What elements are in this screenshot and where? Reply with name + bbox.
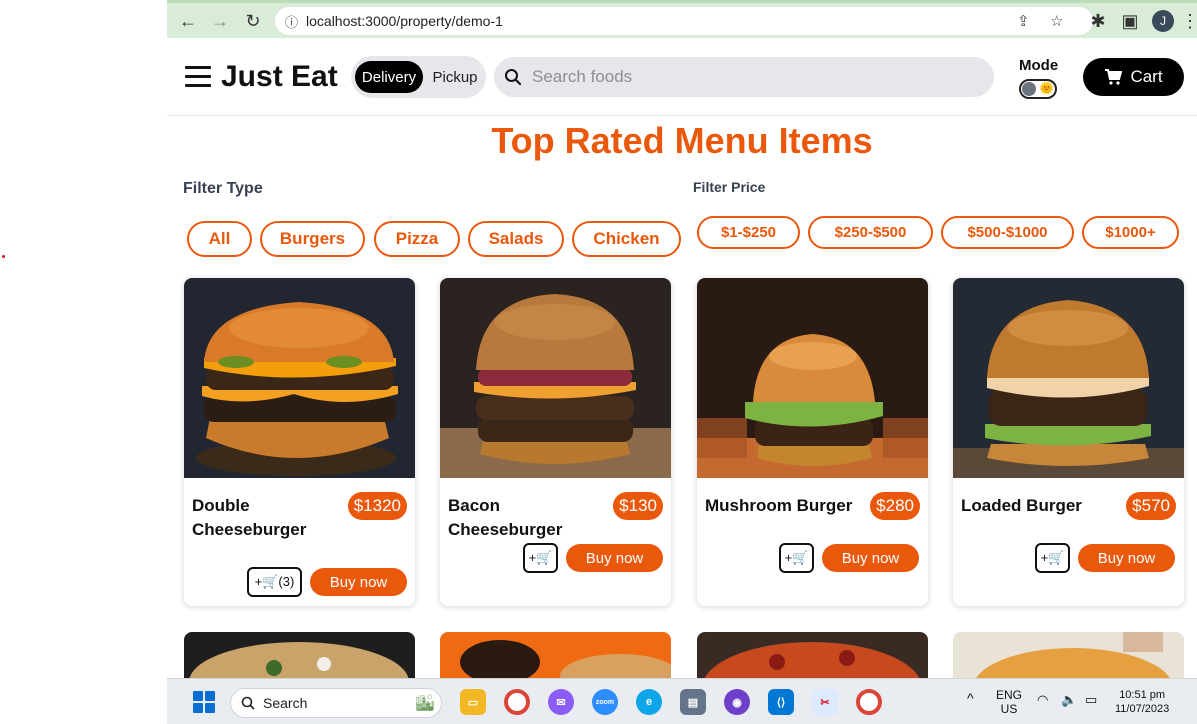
- pizza-card-image: [697, 632, 928, 678]
- buy-now-button[interactable]: Buy now: [1078, 544, 1175, 572]
- filter-chip-burgers[interactable]: Burgers: [260, 221, 365, 257]
- burger-image: [697, 278, 928, 478]
- taskbar-search[interactable]: Search 🏙: [230, 688, 442, 718]
- desktop-area-left: [0, 0, 167, 678]
- add-to-cart-button[interactable]: +🛒: [523, 543, 558, 573]
- price-badge: $570: [1126, 492, 1176, 520]
- theme-toggle[interactable]: 🌞: [1019, 79, 1057, 99]
- volume-icon[interactable]: 🔈: [1061, 693, 1077, 707]
- search-input[interactable]: [532, 67, 972, 87]
- buy-now-button[interactable]: Buy now: [566, 544, 663, 572]
- buy-now-button[interactable]: Buy now: [310, 568, 407, 596]
- vscode-icon[interactable]: ⟨⟩: [768, 689, 794, 715]
- item-name: Loaded Burger: [961, 496, 1082, 515]
- windows-start-icon[interactable]: [193, 691, 215, 713]
- page-title: Top Rated Menu Items: [491, 120, 873, 161]
- cart-button[interactable]: Cart: [1083, 58, 1184, 96]
- zoom-icon[interactable]: zoom: [592, 689, 618, 715]
- pickup-button[interactable]: Pickup: [429, 61, 481, 93]
- burger-image: [440, 278, 671, 478]
- filter-chip-chicken[interactable]: Chicken: [572, 221, 681, 257]
- filter-chip-all[interactable]: All: [187, 221, 252, 257]
- sun-emoji-icon: 🌞: [1039, 81, 1054, 95]
- filter-type-label: Filter Type: [183, 180, 263, 197]
- price-badge: $1320: [347, 492, 407, 520]
- item-name: Bacon Cheeseburger: [448, 496, 563, 539]
- browser-menu-icon[interactable]: ⋮: [1179, 10, 1197, 32]
- price-chip-1-250[interactable]: $1-$250: [697, 216, 800, 249]
- menu-item-card: Loaded Burger $570 +🛒 Buy now: [953, 278, 1184, 606]
- remote-desktop-icon[interactable]: ▤: [680, 689, 706, 715]
- add-to-cart-button[interactable]: +🛒: [1035, 543, 1070, 573]
- battery-icon[interactable]: ▭: [1085, 693, 1097, 707]
- mode-label: Mode: [1019, 57, 1059, 74]
- chrome-icon[interactable]: [504, 689, 530, 715]
- pizza-card-image: [184, 632, 415, 678]
- filter-price-label: Filter Price: [693, 179, 766, 195]
- add-to-cart-button[interactable]: +🛒: [779, 543, 814, 573]
- cart-label: Cart: [1130, 67, 1163, 86]
- pizza-card-image: [440, 632, 671, 678]
- cart-icon: [1105, 69, 1123, 85]
- clock[interactable]: 10:51 pm 11/07/2023: [1115, 688, 1169, 716]
- github-desktop-icon[interactable]: ◉: [724, 689, 750, 715]
- burger-image: [953, 278, 1184, 478]
- price-chip-500-1000[interactable]: $500-$1000: [941, 216, 1074, 249]
- chevron-up-icon[interactable]: ^: [967, 691, 974, 705]
- reload-icon[interactable]: ↻: [242, 10, 264, 32]
- browser-toolbar: ← → ↻ ⓘ localhost:3000/property/demo-1 ⇪…: [167, 0, 1197, 38]
- clock-date: 11/07/2023: [1115, 703, 1170, 715]
- clock-time: 10:51 pm: [1119, 689, 1166, 701]
- edge-icon[interactable]: e: [636, 689, 662, 715]
- search-icon: [241, 696, 255, 710]
- address-bar[interactable]: ⓘ localhost:3000/property/demo-1 ⇪ ☆: [275, 7, 1093, 35]
- wifi-icon[interactable]: ◠: [1037, 693, 1048, 707]
- brand-logo: Just Eat: [221, 60, 338, 93]
- taskbar-search-label: Search: [263, 695, 308, 711]
- toggle-knob: [1022, 82, 1036, 96]
- hamburger-menu-icon[interactable]: [185, 66, 211, 88]
- side-panel-icon[interactable]: ▣: [1119, 10, 1141, 32]
- search-icon: [505, 69, 522, 86]
- delivery-pickup-toggle: Delivery Pickup: [351, 56, 486, 98]
- forward-arrow-icon[interactable]: →: [209, 10, 231, 32]
- item-name: Double Cheeseburger: [192, 496, 307, 539]
- add-to-cart-button[interactable]: +🛒(3): [247, 567, 302, 597]
- lang-bottom: US: [1000, 702, 1018, 716]
- delivery-button[interactable]: Delivery: [355, 61, 423, 93]
- price-chip-1000-plus[interactable]: $1000+: [1082, 216, 1179, 249]
- lang-top: ENG: [996, 688, 1023, 702]
- menu-item-card: Mushroom Burger $280 +🛒 Buy now: [697, 278, 928, 606]
- windows-taskbar: Search 🏙 ▭ ✉ zoom e ▤ ◉ ⟨⟩ ✂ ^ ENG US ◠ …: [167, 678, 1197, 724]
- item-name: Mushroom Burger: [705, 496, 853, 515]
- site-info-icon[interactable]: ⓘ: [285, 12, 298, 31]
- app-header: Just Eat Delivery Pickup Mode 🌞 Cart: [167, 38, 1197, 116]
- bookmark-star-icon[interactable]: ☆: [1050, 12, 1063, 30]
- language-indicator[interactable]: ENG US: [996, 688, 1022, 716]
- filter-chip-pizza[interactable]: Pizza: [374, 221, 460, 257]
- menu-item-card: Bacon Cheeseburger $130 +🛒 Buy now: [440, 278, 671, 606]
- buy-now-button[interactable]: Buy now: [822, 544, 919, 572]
- search-bar: [494, 57, 994, 97]
- extensions-icon[interactable]: ✱: [1087, 10, 1109, 32]
- menu-item-card: Double Cheeseburger $1320 +🛒(3) Buy now: [184, 278, 415, 606]
- pizza-card-image: [953, 632, 1184, 678]
- price-badge: $130: [613, 492, 663, 520]
- messenger-icon[interactable]: ✉: [548, 689, 574, 715]
- share-icon[interactable]: ⇪: [1017, 12, 1030, 30]
- chrome-active-icon[interactable]: [856, 689, 882, 715]
- url-text: localhost:3000/property/demo-1: [306, 13, 503, 29]
- burger-image: [184, 278, 415, 478]
- price-badge: $280: [870, 492, 920, 520]
- filter-chip-salads[interactable]: Salads: [468, 221, 564, 257]
- back-arrow-icon[interactable]: ←: [177, 10, 199, 32]
- stray-dot: [2, 255, 5, 258]
- file-explorer-icon[interactable]: ▭: [460, 689, 486, 715]
- price-chip-250-500[interactable]: $250-$500: [808, 216, 933, 249]
- snipping-tool-icon[interactable]: ✂: [812, 689, 838, 715]
- profile-avatar[interactable]: J: [1152, 10, 1174, 32]
- city-skyline-icon: 🏙: [414, 695, 435, 712]
